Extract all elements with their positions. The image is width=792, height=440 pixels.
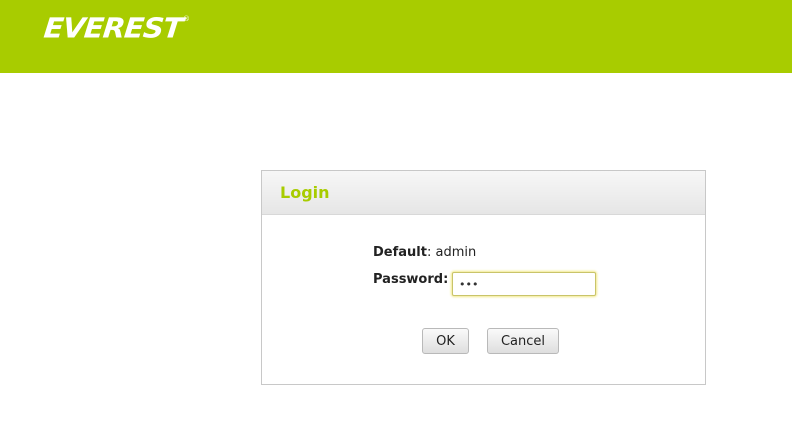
default-credentials-row: Default: admin <box>373 245 476 260</box>
default-label: Default <box>373 245 427 260</box>
registered-mark: ® <box>182 15 190 23</box>
logo-text: EVEREST <box>42 11 184 45</box>
password-input[interactable] <box>452 272 596 296</box>
default-value: admin <box>435 245 477 260</box>
dialog-title: Login <box>280 183 330 202</box>
everest-logo: EVEREST ® <box>42 11 190 45</box>
password-row: Password: <box>373 272 448 287</box>
dialog-header: Login <box>262 171 705 215</box>
ok-button[interactable]: OK <box>422 328 469 354</box>
login-dialog: Login Default: admin Password: OK Cancel <box>261 170 706 385</box>
password-label: Password: <box>373 272 449 287</box>
top-header-bar: EVEREST ® <box>0 0 792 73</box>
cancel-button[interactable]: Cancel <box>487 328 559 354</box>
password-label-text: Password <box>373 272 444 287</box>
